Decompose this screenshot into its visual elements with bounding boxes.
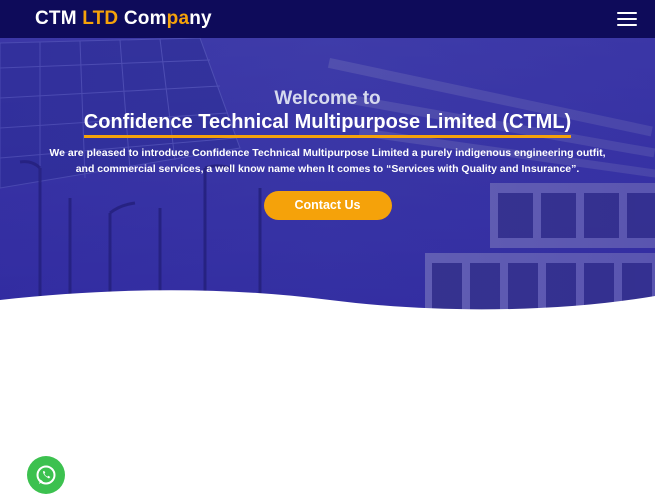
- brand-text-ctm: CTM: [35, 8, 83, 29]
- welcome-heading: Welcome to: [274, 88, 381, 109]
- brand-text-pa: pa: [166, 8, 190, 29]
- whatsapp-icon[interactable]: [27, 456, 65, 494]
- hero-section: Welcome to Confidence Technical Multipur…: [0, 38, 655, 328]
- navbar: CTM LTD Company: [0, 0, 655, 38]
- hamburger-menu-icon[interactable]: [617, 12, 637, 26]
- company-title: Confidence Technical Multipurpose Limite…: [83, 110, 572, 138]
- brand-text-com: Com: [118, 8, 167, 29]
- contact-us-button[interactable]: Contact Us: [263, 191, 392, 220]
- brand-text-ny: ny: [189, 8, 212, 29]
- brand-text-ltd: LTD: [82, 8, 119, 29]
- hero-content: Welcome to Confidence Technical Multipur…: [0, 88, 655, 220]
- intro-paragraph: We are pleased to introduce Confidence T…: [49, 147, 606, 175]
- brand-logo[interactable]: CTM LTD Company: [35, 8, 212, 30]
